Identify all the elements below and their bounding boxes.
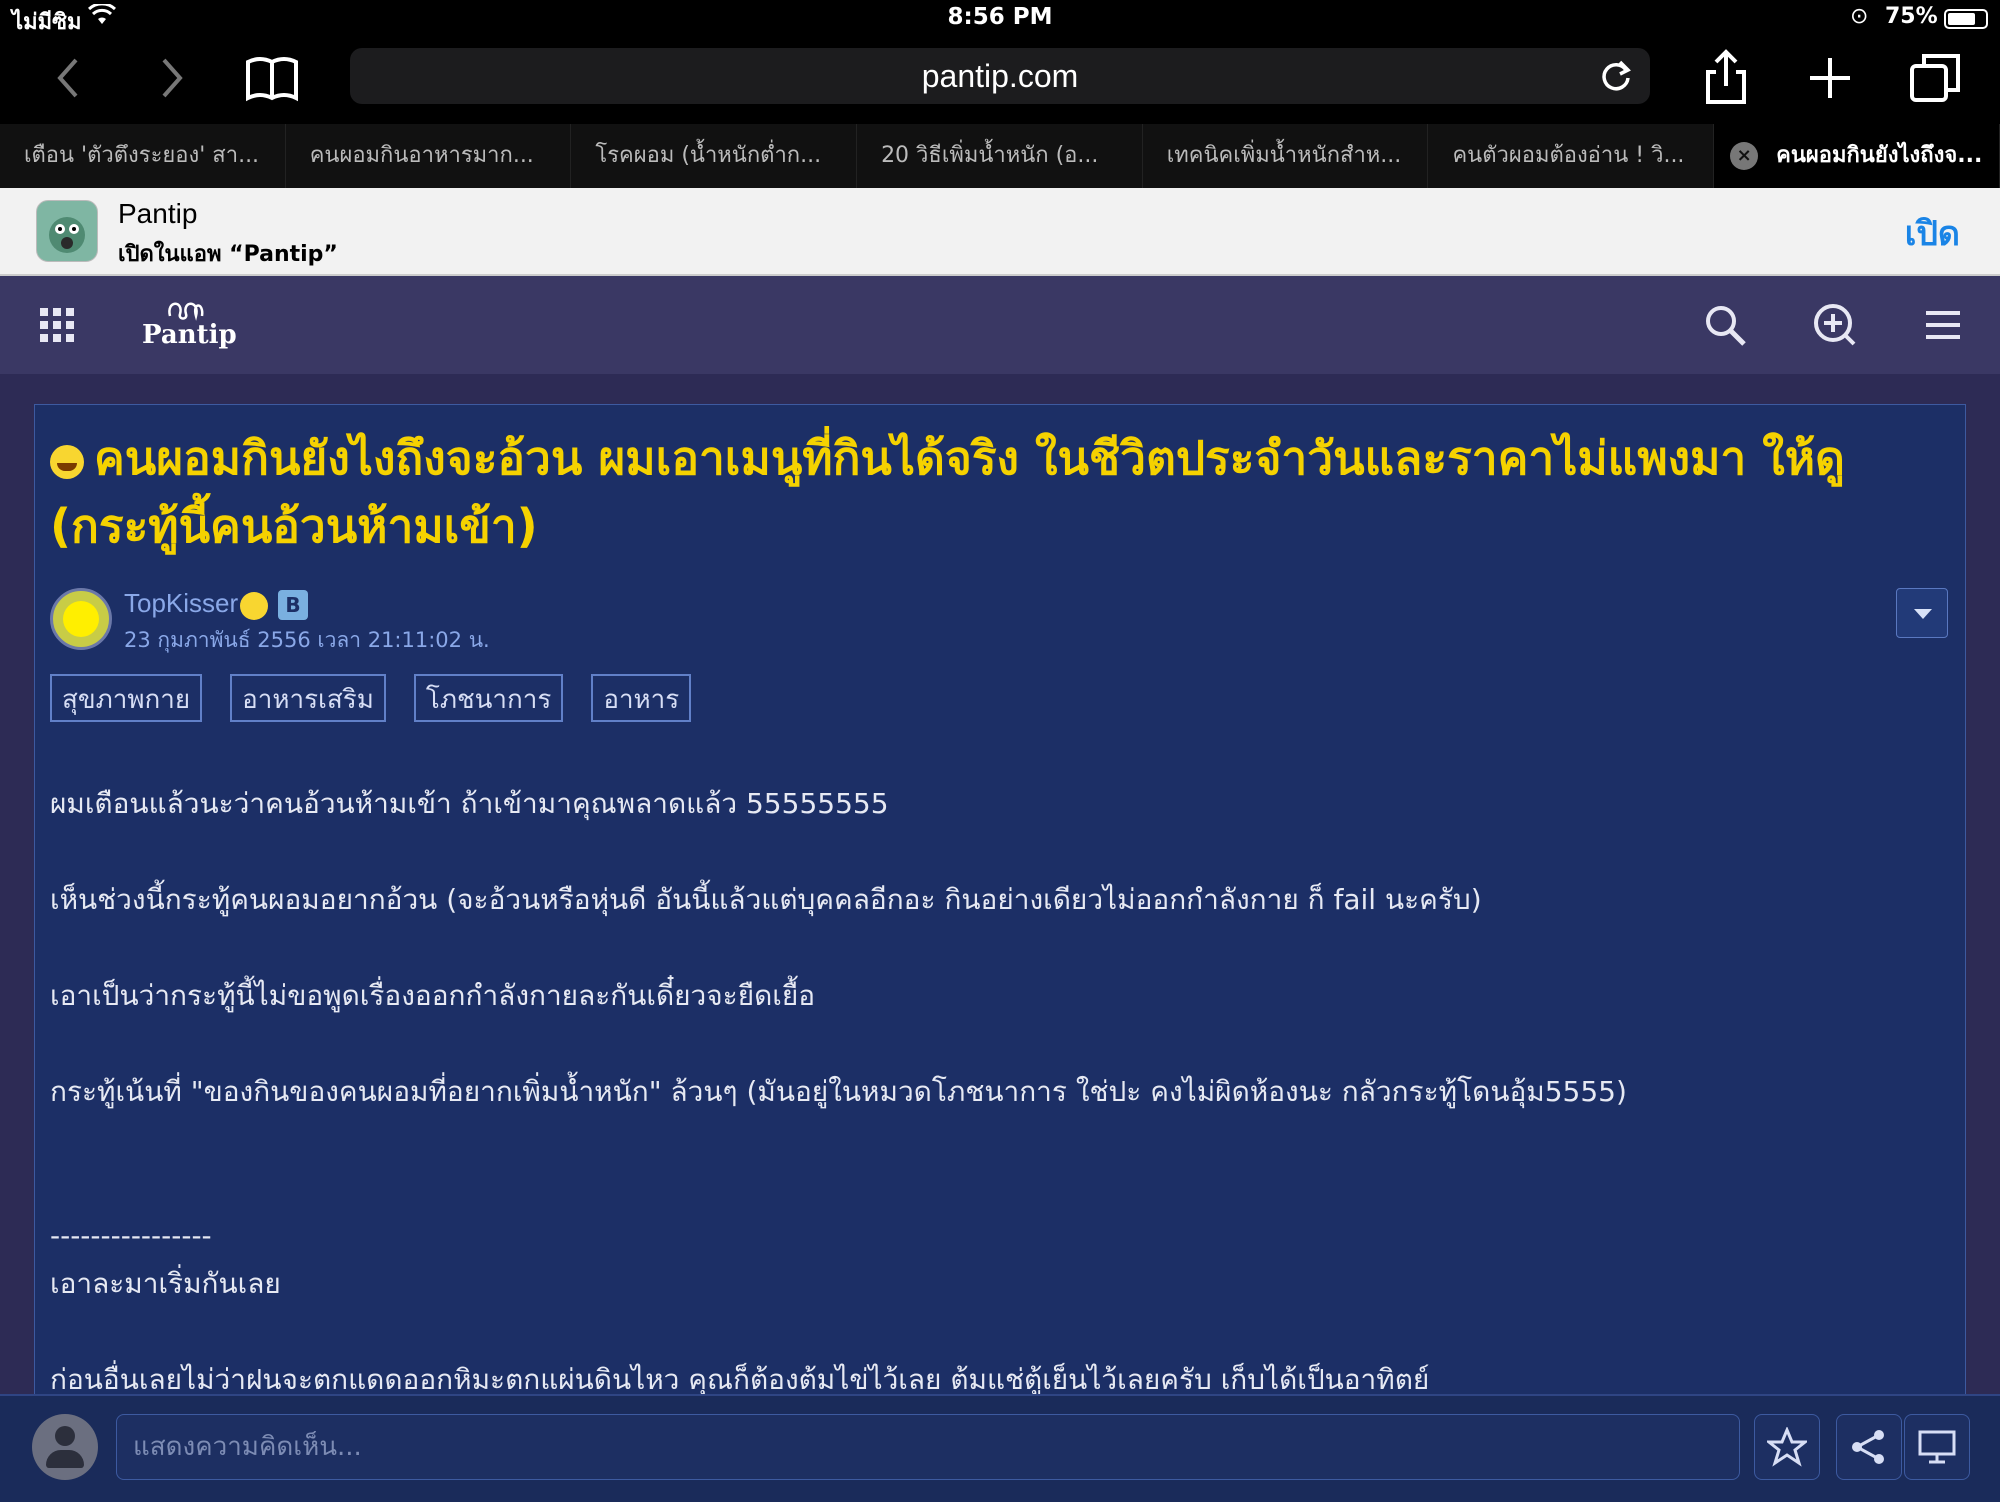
post-paragraph: กระทู้เน้นที่ "ของกินของคนผอมที่อยากเพิ่… [50, 1075, 1627, 1108]
brand-text: Pantip [142, 320, 237, 350]
tab-label[interactable]: เตือน 'ตัวตึงระยอง' สา... [24, 143, 259, 168]
new-tab-icon[interactable] [1800, 48, 1860, 108]
close-tab-icon[interactable]: × [1730, 142, 1759, 170]
url-text[interactable]: pantip.com [350, 48, 1650, 104]
author-avatar[interactable] [50, 588, 112, 650]
forward-icon[interactable] [140, 48, 200, 108]
tag[interactable]: อาหารเสริม [230, 674, 386, 722]
browser-tab[interactable]: เทคนิคเพิ่มน้ำหนักสำห... [1143, 124, 1429, 188]
post-paragraph: เอาละมาเริ่มกันเลย [50, 1267, 281, 1300]
post-title: คนผอมกินยังไงถึงจะอ้วน ผมเอาเมนูที่กินได… [50, 431, 1845, 553]
post-paragraph: เห็นช่วงนี้กระทู้คนผอมอยากอ้วน (จะอ้วนหร… [50, 883, 1482, 916]
battery-icon [1944, 9, 1988, 29]
tab-bar: เตือน 'ตัวตึงระยอง' สา... คนผอมกินอาหารม… [0, 124, 2000, 188]
battery-percent: 75% [1885, 4, 1938, 29]
clock: 8:56 PM [947, 4, 1053, 30]
tab-label[interactable]: คนผอมกินยังไงถึงจ... [1776, 143, 1982, 168]
browser-tab[interactable]: 20 วิธีเพิ่มน้ำหนัก (อ... [857, 124, 1143, 188]
browser-tab[interactable]: คนผอมกินอาหารมาก... [286, 124, 572, 188]
pantip-logo[interactable]: Pantip [138, 294, 248, 358]
browser-tab[interactable]: คนตัวผอมต้องอ่าน ! วิ... [1428, 124, 1715, 188]
apps-grid-icon[interactable] [40, 308, 74, 342]
user-avatar-icon [32, 1414, 98, 1480]
author-row: TopKisser B 23 กุมภาพันธ์ 2556 เวลา 21:1… [50, 588, 1950, 654]
share-icon[interactable] [1696, 48, 1756, 108]
tag[interactable]: สุขภาพกาย [50, 674, 203, 722]
site-header: Pantip [0, 276, 2000, 374]
browser-tab[interactable]: เตือน 'ตัวตึงระยอง' สา... [0, 124, 286, 188]
post-paragraph: เอาเป็นว่ากระทู้นี้ไม่ขอพูดเรื่องออกกำลั… [50, 979, 816, 1012]
new-post-icon[interactable] [1812, 302, 1858, 348]
tag[interactable]: อาหาร [591, 674, 692, 722]
pantip-app-icon [36, 200, 98, 262]
smart-app-banner: Pantip เปิดในแอพ “Pantip” เปิด [0, 188, 2000, 276]
back-icon[interactable] [40, 48, 100, 108]
bookmarks-icon[interactable] [242, 48, 302, 108]
star-icon [1764, 1426, 1810, 1467]
comment-bar [0, 1394, 2000, 1502]
battery-fill [1948, 13, 1975, 25]
post-body: ผมเตือนแล้วนะว่าคนอ้วนห้ามเข้า ถ้าเข้ามา… [50, 780, 1930, 1404]
favorite-button[interactable] [1754, 1414, 1820, 1480]
tab-label[interactable]: 20 วิธีเพิ่มน้ำหนัก (อ... [881, 143, 1098, 168]
share-nodes-icon [1852, 1430, 1884, 1464]
tab-label[interactable]: เทคนิคเพิ่มน้ำหนักสำห... [1167, 143, 1402, 168]
laughing-emoji-icon [240, 592, 268, 620]
menu-icon[interactable] [1920, 302, 1966, 348]
tag[interactable]: โภชนาการ [413, 674, 564, 722]
status-bar: ไม่มีซิม 8:56 PM ⊙ 75% [0, 0, 2000, 38]
tabs-overview-icon[interactable] [1906, 48, 1966, 108]
browser-toolbar: pantip.com [0, 38, 2000, 124]
tab-label[interactable]: คนตัวผอมต้องอ่าน ! วิ... [1452, 143, 1684, 168]
reload-icon[interactable] [1598, 58, 1634, 94]
search-icon[interactable] [1702, 302, 1748, 348]
tab-label[interactable]: คนผอมกินอาหารมาก... [310, 143, 534, 168]
author-name[interactable]: TopKisser [124, 588, 238, 619]
rotation-lock-icon: ⊙ [1850, 4, 1869, 29]
app-name: Pantip [118, 198, 198, 229]
browser-tab-active[interactable]: × คนผอมกินยังไงถึงจ... [1714, 124, 2000, 188]
post-options-dropdown[interactable] [1896, 588, 1948, 638]
comment-input[interactable] [116, 1414, 1740, 1480]
monitor-icon [1918, 1430, 1956, 1464]
post-title-row: คนผอมกินยังไงถึงจะอ้วน ผมเอาเมนูที่กินได… [50, 424, 1950, 560]
share-button[interactable] [1836, 1414, 1902, 1480]
post-paragraph: ---------------- [50, 1219, 212, 1252]
post-paragraph: ผมเตือนแล้วนะว่าคนอ้วนห้ามเข้า ถ้าเข้ามา… [50, 787, 889, 820]
app-subtitle: เปิดในแอพ “Pantip” [118, 242, 338, 267]
member-badge: B [278, 590, 308, 620]
laughing-emoji-icon [50, 444, 84, 479]
desktop-view-button[interactable] [1904, 1414, 1970, 1480]
open-in-app-button[interactable]: เปิด [1905, 206, 1960, 260]
browser-tab[interactable]: โรคผอม (น้ำหนักต่ำก... [571, 124, 858, 188]
tag-list: สุขภาพกาย อาหารเสริม โภชนาการ อาหาร [50, 674, 692, 722]
address-bar[interactable]: pantip.com [350, 48, 1650, 104]
tab-label[interactable]: โรคผอม (น้ำหนักต่ำก... [595, 143, 821, 168]
post-date: 23 กุมภาพันธ์ 2556 เวลา 21:11:02 น. [124, 628, 490, 652]
